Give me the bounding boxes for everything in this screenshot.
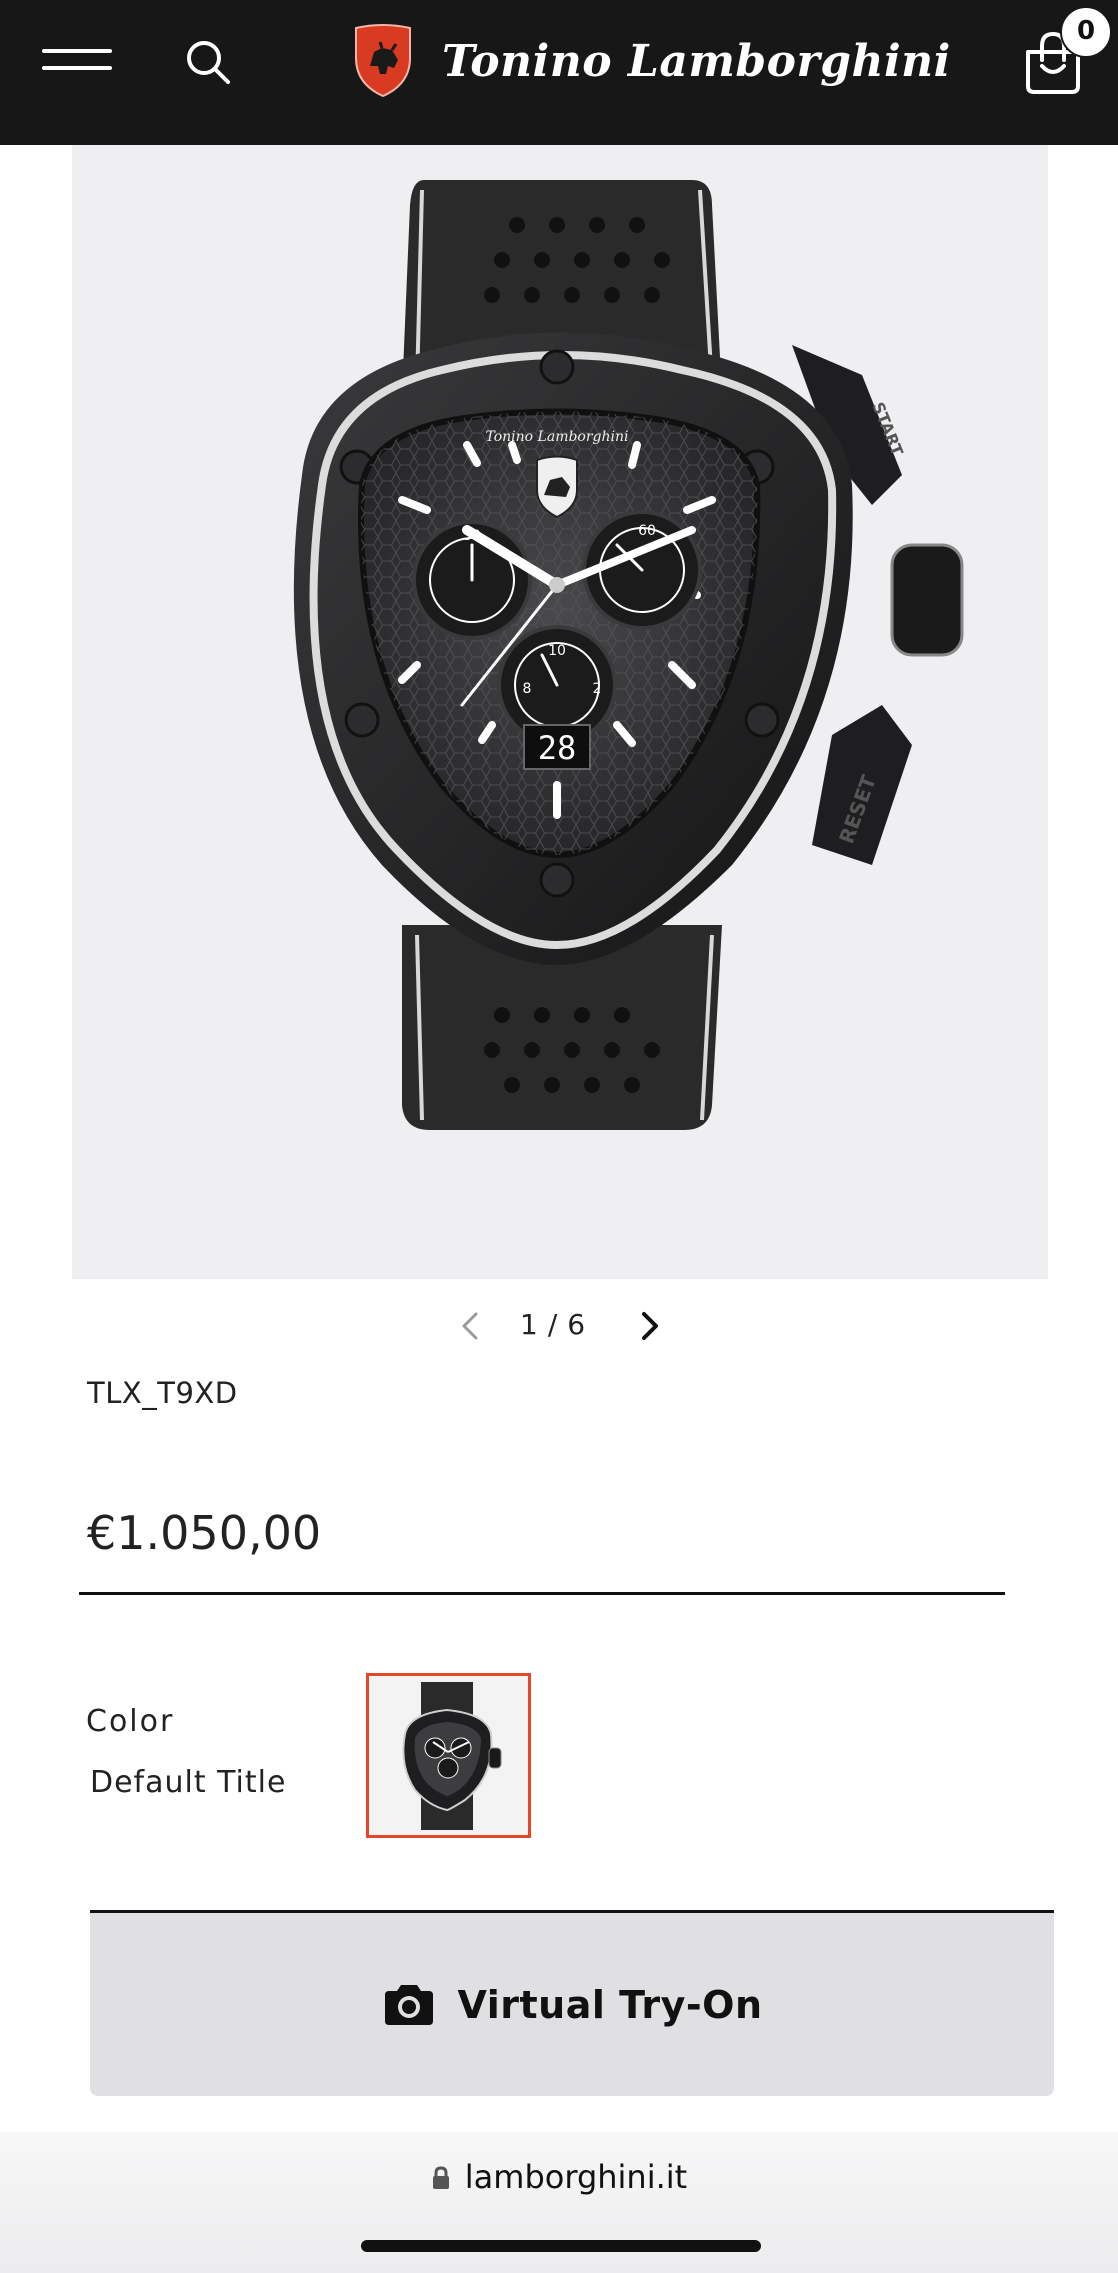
- product-sku: TLX_T9XD: [87, 1376, 238, 1410]
- gallery-page-separator: /: [547, 1308, 560, 1341]
- url-bar[interactable]: lamborghini.it: [0, 2158, 1118, 2196]
- home-indicator[interactable]: [361, 2240, 761, 2252]
- chevron-left-icon[interactable]: [458, 1310, 484, 1342]
- gallery-page-indicator: 1/6: [516, 1308, 591, 1341]
- color-option-value: Default Title: [90, 1765, 287, 1800]
- lock-icon: [432, 2166, 449, 2189]
- subdial-right-label: 60: [638, 523, 656, 539]
- cart-count-badge: 0: [1060, 6, 1112, 58]
- subdial-bottom-left-label: 8: [523, 681, 532, 697]
- product-price: €1.050,00: [87, 1506, 322, 1560]
- product-image-gallery[interactable]: 30 60 10 8 2 28 Tonino Lamborghini START…: [72, 145, 1048, 1279]
- brand-logo[interactable]: Tonino Lamborghini: [352, 22, 950, 98]
- watch-image: 30 60 10 8 2 28 Tonino Lamborghini START…: [293, 180, 964, 1130]
- menu-icon[interactable]: [42, 46, 114, 76]
- subdial-bottom-top-label: 10: [548, 643, 566, 659]
- gallery-total-pages: 6: [567, 1308, 588, 1341]
- brand-wordmark: Tonino Lamborghini: [442, 36, 951, 87]
- url-text: lamborghini.it: [464, 2158, 688, 2196]
- subdial-bottom-right-label: 2: [593, 681, 602, 697]
- search-icon[interactable]: [184, 38, 232, 86]
- color-swatch-thumbnail[interactable]: [366, 1673, 531, 1838]
- virtual-try-on-button[interactable]: Virtual Try-On: [90, 1913, 1054, 2096]
- dial-brand-text: Tonino Lamborghini: [485, 429, 628, 445]
- watch-thumbnail-image: [402, 1682, 502, 1830]
- color-option-label: Color: [86, 1704, 175, 1739]
- site-header: Tonino Lamborghini 0: [0, 0, 1118, 145]
- shield-logo-icon: [355, 24, 411, 98]
- camera-icon: [385, 1984, 434, 2025]
- gallery-current-page: 1: [520, 1308, 540, 1341]
- price-divider: [79, 1592, 1005, 1595]
- chevron-right-icon[interactable]: [636, 1310, 662, 1342]
- gallery-pager: 1/6: [0, 1300, 1118, 1350]
- virtual-try-on-label: Virtual Try-On: [457, 1982, 763, 2027]
- date-window-text: 28: [538, 729, 577, 767]
